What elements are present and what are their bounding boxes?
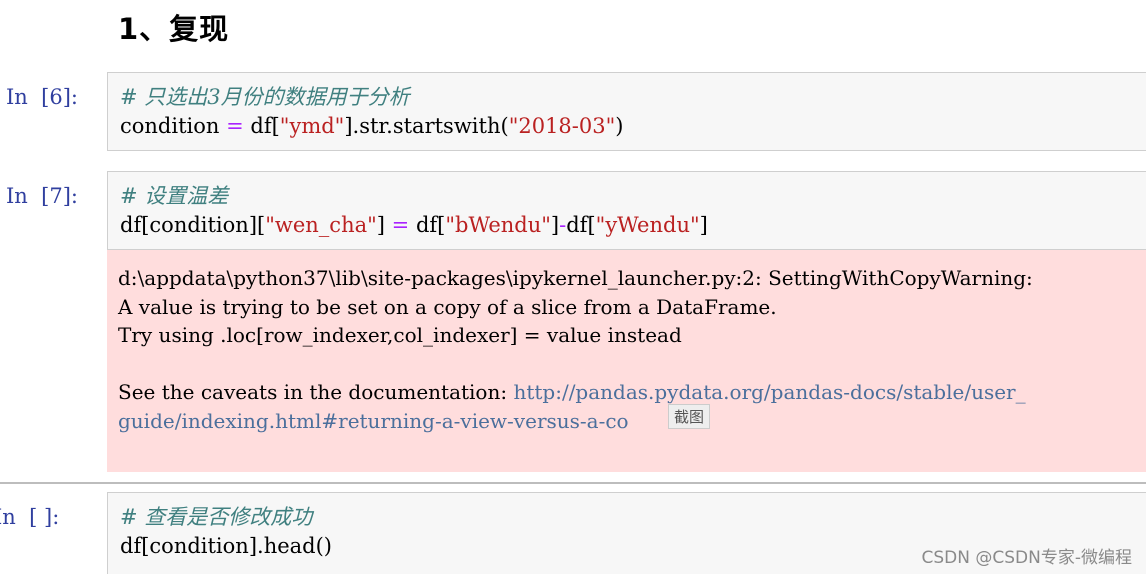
code-token: df[ bbox=[566, 213, 596, 237]
cell-prompt: In [ ]: bbox=[0, 505, 60, 529]
code-string: "bWendu" bbox=[445, 213, 551, 237]
code-token: df[condition].head() bbox=[120, 534, 332, 558]
cell-prompt: In [7]: bbox=[6, 184, 78, 208]
watermark: CSDN @CSDN专家-微编程 bbox=[921, 548, 1132, 568]
output-line: A value is trying to be set on a copy of… bbox=[118, 294, 777, 319]
output-line: d:\appdata\python37\lib\site-packages\ip… bbox=[118, 266, 1033, 290]
code-editor[interactable]: # 查看是否修改成功 df[condition].head() bbox=[120, 503, 332, 561]
code-comment: # 设置温差 bbox=[120, 184, 229, 208]
warning-text: d:\appdata\python37\lib\site-packages\ip… bbox=[118, 264, 1033, 435]
screenshot-tooltip: 截图 bbox=[668, 404, 711, 429]
code-string: "ymd" bbox=[279, 114, 345, 138]
code-token: ] bbox=[550, 213, 560, 237]
code-comment: # 只选出3月份的数据用于分析 bbox=[120, 85, 410, 109]
code-token: = bbox=[219, 114, 251, 138]
documentation-link-continued[interactable]: guide/indexing.html#returning-a-view-ver… bbox=[118, 409, 629, 433]
code-editor[interactable]: # 只选出3月份的数据用于分析 condition = df["ymd"].st… bbox=[120, 83, 623, 141]
code-comment: # 查看是否修改成功 bbox=[120, 505, 313, 529]
code-editor[interactable]: # 设置温差 df[condition]["wen_cha"] = df["bW… bbox=[120, 182, 708, 240]
code-token: ] bbox=[699, 213, 708, 237]
code-token: condition bbox=[120, 114, 220, 138]
cell-prompt: In [6]: bbox=[6, 85, 78, 109]
code-token: = bbox=[391, 213, 410, 237]
output-line: See the caveats in the documentation: bbox=[118, 380, 514, 404]
stderr-output: d:\appdata\python37\lib\site-packages\ip… bbox=[107, 250, 1146, 472]
code-token: df[ bbox=[409, 213, 446, 237]
code-token: df[ bbox=[250, 114, 280, 138]
output-line: Try using .loc[row_indexer,col_indexer] … bbox=[118, 323, 682, 347]
code-cell[interactable]: # 设置温差 df[condition]["wen_cha"] = df["bW… bbox=[107, 171, 1146, 250]
code-token: ] bbox=[376, 213, 392, 237]
code-token: ].str.startswith( bbox=[344, 114, 509, 138]
code-string: "2018-03" bbox=[508, 114, 616, 138]
code-token: df[condition][ bbox=[120, 213, 266, 237]
documentation-link[interactable]: http://pandas.pydata.org/pandas-docs/sta… bbox=[513, 380, 1025, 404]
cell-divider bbox=[0, 482, 1146, 484]
code-string: "wen_cha" bbox=[265, 213, 377, 237]
code-string: "yWendu" bbox=[595, 213, 700, 237]
code-token: ) bbox=[615, 114, 624, 138]
section-heading: 1、复现 bbox=[118, 12, 230, 46]
code-cell[interactable]: # 只选出3月份的数据用于分析 condition = df["ymd"].st… bbox=[107, 72, 1146, 151]
